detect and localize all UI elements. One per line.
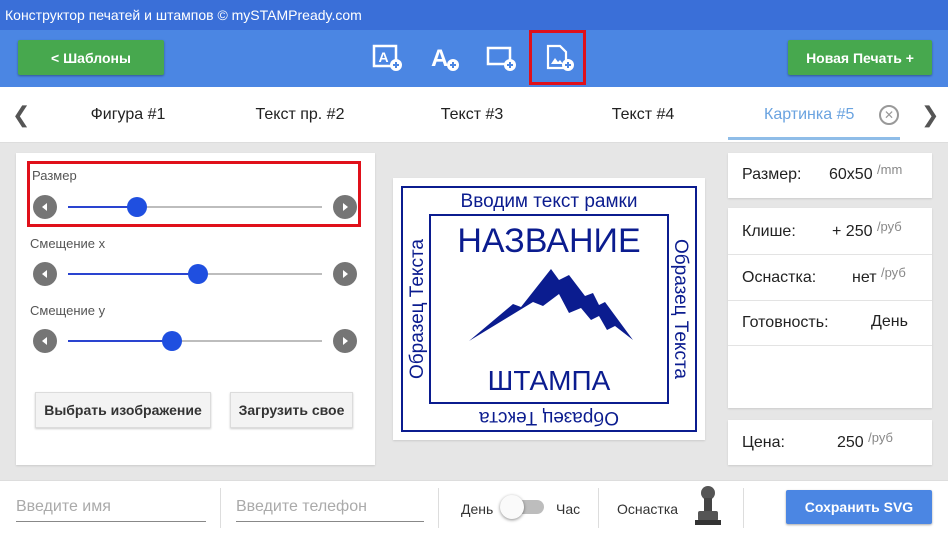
toggle-day-label: День bbox=[461, 501, 494, 517]
add-frame-text-icon[interactable]: A bbox=[367, 40, 407, 76]
stamp-preview: Вводим текст рамки Образец Текста Образе… bbox=[401, 186, 697, 432]
tab-text-4[interactable]: Текст #4 bbox=[575, 87, 711, 143]
tab-text-3[interactable]: Текст #3 bbox=[404, 87, 540, 143]
divider bbox=[728, 254, 932, 255]
offset-y-track-fill bbox=[68, 340, 173, 342]
window-title: Конструктор печатей и штампов © mySTAMPr… bbox=[0, 0, 948, 30]
cliche-value: + 250 /руб bbox=[832, 219, 902, 240]
add-shape-icon[interactable] bbox=[481, 40, 521, 76]
new-stamp-button[interactable]: Новая Печать + bbox=[788, 40, 932, 75]
mountain-image bbox=[469, 269, 633, 341]
offset-y-slider-knob[interactable] bbox=[162, 331, 183, 351]
tab-text-2[interactable]: Текст пр. #2 bbox=[230, 87, 370, 143]
size-slider-highlight bbox=[27, 161, 361, 227]
svg-text:A: A bbox=[379, 49, 389, 65]
tabs-next-icon[interactable]: ❯ bbox=[921, 102, 939, 128]
price-label: Цена: bbox=[742, 434, 785, 451]
stamp-subtitle: ШТАМПА bbox=[488, 365, 611, 396]
upload-image-button[interactable]: Загрузить свое bbox=[230, 392, 353, 428]
size-info-value: 60x50 /mm bbox=[829, 162, 903, 183]
size-info-label: Размер: bbox=[742, 166, 802, 183]
price-value: 250 /руб bbox=[837, 430, 893, 451]
tab-image-5[interactable]: Картинка #5 bbox=[728, 87, 900, 140]
offset-y-decrease-icon[interactable] bbox=[33, 329, 57, 353]
offset-x-slider-knob[interactable] bbox=[187, 264, 208, 284]
offset-y-increase-icon[interactable] bbox=[333, 329, 357, 353]
offset-x-increase-icon[interactable] bbox=[333, 262, 357, 286]
divider bbox=[598, 488, 599, 528]
delivery-toggle-knob[interactable] bbox=[500, 495, 524, 519]
mount-value: нет /руб bbox=[852, 265, 906, 286]
tab-figure-1[interactable]: Фигура #1 bbox=[60, 87, 196, 143]
mount-label: Оснастка: bbox=[742, 269, 817, 286]
name-input[interactable]: Введите имя bbox=[16, 492, 206, 522]
stamp-title: НАЗВАНИЕ bbox=[457, 222, 640, 260]
divider bbox=[220, 488, 221, 528]
offset-x-track-fill bbox=[68, 273, 198, 275]
offset-x-label: Смещение x bbox=[30, 236, 106, 251]
offset-y-label: Смещение y bbox=[30, 303, 106, 318]
divider bbox=[438, 488, 439, 528]
stamp-frame-top-text: Вводим текст рамки bbox=[461, 191, 638, 212]
cliche-label: Клише: bbox=[742, 223, 796, 240]
mount-option-label: Оснастка bbox=[617, 501, 679, 517]
stamp-frame-right-text: Образец Текста bbox=[670, 239, 691, 379]
save-svg-button[interactable]: Сохранить SVG bbox=[786, 490, 932, 524]
tabs-prev-icon[interactable]: ❮ bbox=[12, 102, 30, 128]
divider bbox=[743, 488, 744, 528]
close-tab-icon[interactable]: ✕ bbox=[879, 105, 899, 125]
image-tool-highlight bbox=[529, 30, 586, 85]
add-text-icon[interactable]: A bbox=[424, 40, 464, 76]
offset-x-decrease-icon[interactable] bbox=[33, 262, 57, 286]
toggle-hour-label: Час bbox=[556, 501, 581, 517]
stamp-frame-left-text: Образец Текста bbox=[407, 239, 428, 379]
stamp-frame-bottom-text: Образец Текста bbox=[479, 407, 619, 428]
ready-value: День bbox=[871, 313, 908, 330]
svg-text:A: A bbox=[431, 45, 448, 72]
divider bbox=[728, 345, 932, 346]
stamp-mount-icon[interactable] bbox=[690, 484, 726, 533]
ready-label: Готовность: bbox=[742, 314, 829, 331]
templates-button[interactable]: < Шаблоны bbox=[18, 40, 164, 75]
divider bbox=[728, 300, 932, 301]
choose-image-button[interactable]: Выбрать изображение bbox=[35, 392, 211, 428]
phone-input[interactable]: Введите телефон bbox=[236, 492, 424, 522]
